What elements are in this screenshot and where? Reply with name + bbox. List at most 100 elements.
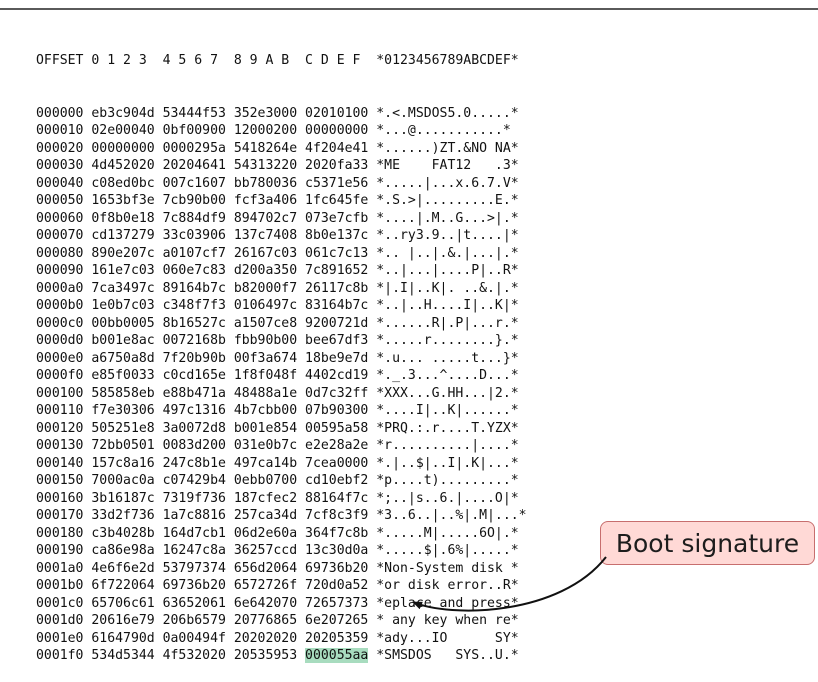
hex-row: 000000 eb3c904d 53444f53 352e3000 020101… <box>36 105 527 123</box>
row-offset: 0001d0 <box>36 613 84 628</box>
hex-group-4: 1fc645fe <box>305 193 369 208</box>
hex-group-4: 0d7c32ff <box>305 385 369 401</box>
ascii-text: *..|...|....P|..R* <box>376 263 519 278</box>
top-border <box>0 8 818 10</box>
hex-group-3: 26167c03 <box>233 245 298 261</box>
hex-group-1: ca86e98a <box>91 543 155 558</box>
hex-group-1: e85f0033 <box>91 368 155 383</box>
hex-group-3: 656d2064 <box>233 560 298 576</box>
hex-group-4: 83164b7c <box>305 298 369 313</box>
hex-group-2: e88b471a <box>162 385 226 401</box>
row-offset: 0001c0 <box>36 595 84 611</box>
hex-group-2: 53444f53 <box>162 105 226 121</box>
boot-signature-bytes: 000055aa <box>305 648 369 663</box>
hex-group-2: 1a7c8816 <box>162 508 226 523</box>
hex-group-2: 89164b7c <box>162 280 226 296</box>
hex-group-3: 031e0b7c <box>233 438 298 453</box>
hex-group-3: 187cfec2 <box>233 490 298 506</box>
hex-group-1: 00bb0005 <box>91 315 155 331</box>
hex-row: 000160 3b16187c 7319f736 187cfec2 88164f… <box>36 490 527 508</box>
hex-group-2: 060e7c83 <box>162 263 226 278</box>
hex-group-2: 247c8b1e <box>162 455 226 471</box>
ascii-text: *ady...IO SY* <box>376 630 519 646</box>
hex-group-1: 00000000 <box>91 140 155 156</box>
row-offset: 000190 <box>36 543 84 558</box>
hex-group-1: 157c8a16 <box>91 455 155 471</box>
ascii-text: *;..|s..6.|....O|* <box>376 490 519 506</box>
row-offset: 0000b0 <box>36 298 84 313</box>
hex-group-1: 0f8b0e18 <box>91 210 155 226</box>
hex-row: 000170 33d2f736 1a7c8816 257ca34d 7cf8c3… <box>36 507 527 525</box>
hex-group-3: 4b7cbb00 <box>233 403 298 418</box>
hex-group-3: 54313220 <box>233 158 298 173</box>
row-offset: 0001a0 <box>36 560 84 576</box>
hex-group-4: 6e207265 <box>305 613 369 628</box>
hex-group-2: 7319f736 <box>162 490 226 506</box>
hex-group-2: 0083d200 <box>162 438 226 453</box>
hex-row: 0000b0 1e0b7c03 c348f7f3 0106497c 83164b… <box>36 297 527 315</box>
row-offset: 0000c0 <box>36 315 84 331</box>
hex-group-4: 72657373 <box>305 595 369 611</box>
hex-group-1: f7e30306 <box>91 403 155 418</box>
hex-group-4: 7c891652 <box>305 263 369 278</box>
hex-group-2: 164d7cb1 <box>162 525 226 541</box>
hex-group-1: 585858eb <box>91 385 155 401</box>
hex-group-1: 6164790d <box>91 630 155 646</box>
hex-group-3: 5418264e <box>233 140 298 156</box>
row-offset: 000030 <box>36 158 84 173</box>
hex-group-3: 137c7408 <box>233 228 298 243</box>
offset-header: OFFSET <box>36 53 84 68</box>
hex-group-4: 364f7c8b <box>305 525 369 541</box>
hex-row: 000190 ca86e98a 16247c8a 36257ccd 13c30d… <box>36 542 527 560</box>
hex-group-3: bb780036 <box>233 175 298 191</box>
hex-group-3: 12000200 <box>233 123 298 138</box>
hex-group-4: 2020fa33 <box>305 158 369 173</box>
row-offset: 000090 <box>36 263 84 278</box>
hex-group-4: e2e28a2e <box>305 438 369 453</box>
col-group-1-header: 0 1 2 3 <box>91 53 147 68</box>
hex-rows: 000000 eb3c904d 53444f53 352e3000 020101… <box>36 105 527 665</box>
row-offset: 000110 <box>36 403 84 418</box>
hex-group-1: 3b16187c <box>91 490 155 506</box>
hex-group-4: 4f204e41 <box>305 140 369 156</box>
ascii-text: *r..........|....* <box>376 438 519 453</box>
hex-header-row: OFFSET 0 1 2 3 4 5 6 7 8 9 A B C D E F *… <box>36 52 527 70</box>
hex-group-3: 6e642070 <box>233 595 298 611</box>
ascii-text: *.u... .....t...}* <box>376 350 519 366</box>
hex-group-1: 72bb0501 <box>91 438 155 453</box>
ascii-text: *SMSDOS SYS..U.* <box>376 648 519 663</box>
hex-row: 0000c0 00bb0005 8b16527c a1507ce8 920072… <box>36 315 527 333</box>
hex-row: 000140 157c8a16 247c8b1e 497ca14b 7cea00… <box>36 455 527 473</box>
ascii-text: *Non-System disk * <box>376 560 519 576</box>
hex-group-1: 161e7c03 <box>91 263 155 278</box>
hex-group-4: 00000000 <box>305 123 369 138</box>
row-offset: 000150 <box>36 473 84 488</box>
hex-row: 000040 c08ed0bc 007c1607 bb780036 c5371e… <box>36 175 527 193</box>
hex-group-3: 36257ccd <box>233 543 298 558</box>
ascii-text: *.S.>|.........E.* <box>376 193 519 208</box>
hex-group-1: 02e00040 <box>91 123 155 138</box>
hex-group-1: 890e207c <box>91 245 155 261</box>
ascii-text: *|.I|..K|. ..&.|.* <box>376 280 519 296</box>
hex-group-4: 061c7c13 <box>305 245 369 261</box>
row-offset: 000100 <box>36 385 84 401</box>
ascii-text: *p....t).........* <box>376 473 519 488</box>
row-offset: 0001f0 <box>36 648 84 663</box>
hex-group-3: 48488a1e <box>233 385 298 401</box>
hex-group-1: b001e8ac <box>91 333 155 348</box>
hex-group-3: 0ebb0700 <box>233 473 298 488</box>
hex-group-3: 20776865 <box>233 613 298 628</box>
hex-group-4: 7cf8c3f9 <box>305 508 369 523</box>
hex-row: 0000f0 e85f0033 c0cd165e 1f8f048f 4402cd… <box>36 367 527 385</box>
hex-group-4: 02010100 <box>305 105 369 121</box>
hex-group-3: b82000f7 <box>233 280 298 296</box>
hex-row: 0000e0 a6750a8d 7f20b90b 00f3a674 18be9e… <box>36 350 527 368</box>
hex-group-4: c5371e56 <box>305 175 369 191</box>
hex-group-1: 1e0b7c03 <box>91 298 155 313</box>
hex-group-1: 20616e79 <box>91 613 155 628</box>
hex-group-2: c0cd165e <box>162 368 226 383</box>
hex-group-3: 00f3a674 <box>233 350 298 366</box>
hex-group-2: 0000295a <box>162 140 226 156</box>
ascii-text: *.<.MSDOS5.0.....* <box>376 105 519 121</box>
hex-group-3: d200a350 <box>233 263 298 278</box>
